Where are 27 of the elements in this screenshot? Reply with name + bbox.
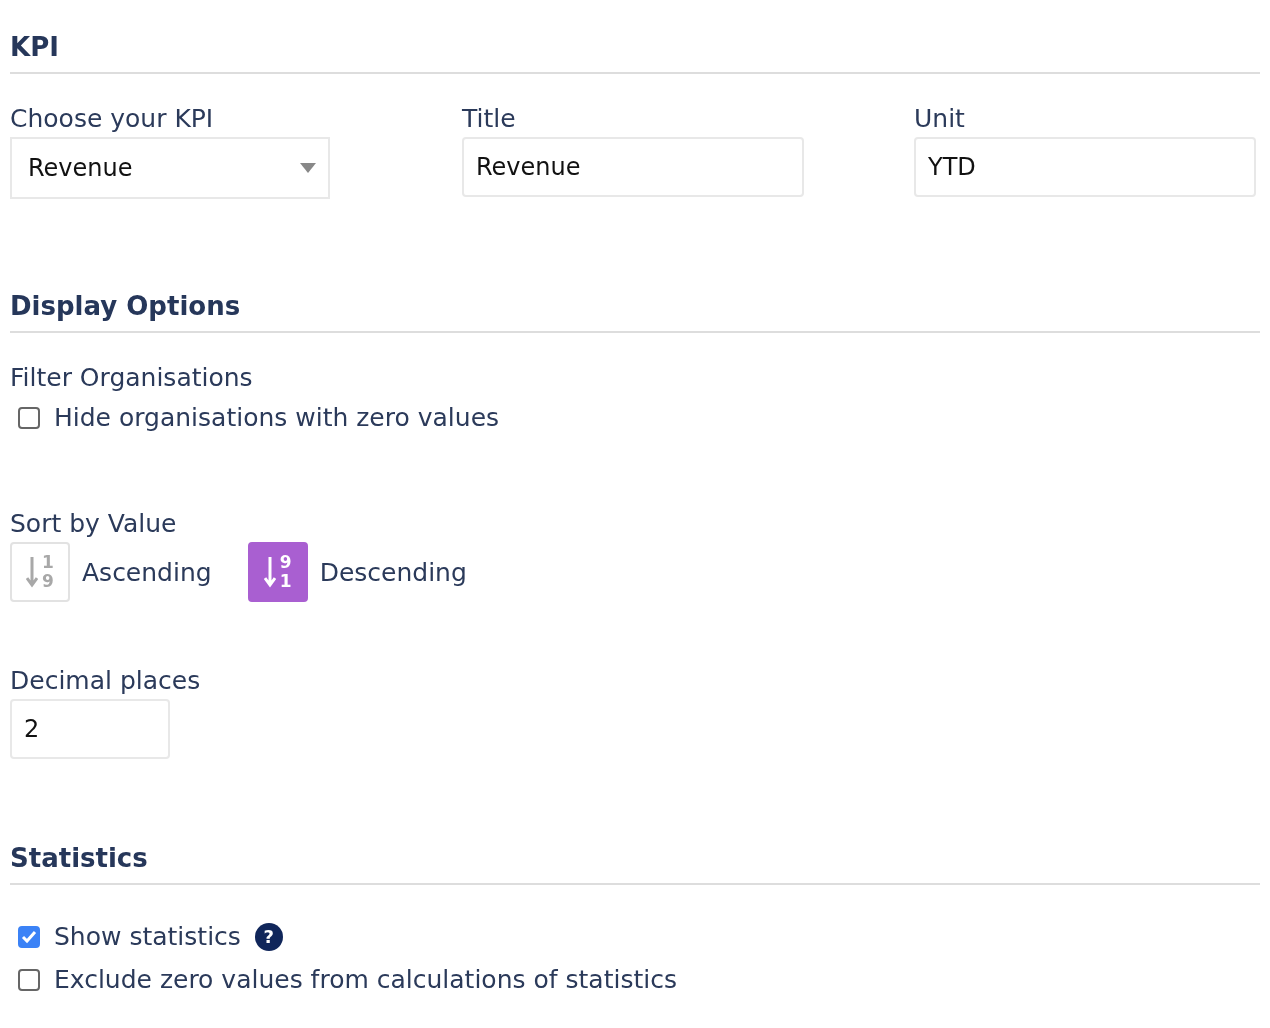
checkbox-label: Hide organisations with zero values [54,403,500,432]
checkbox[interactable] [18,406,40,429]
checkbox[interactable] [18,925,40,948]
sort-option-label: Descending [319,557,467,587]
decimal-places-input[interactable]: 2 [10,699,170,759]
group-label: Decimal places [10,666,202,695]
field-label: Choose your KPI [10,104,215,133]
down-arrow-icon [26,555,39,589]
checkbox-label: Exclude zero values from calculations of statistics [54,965,677,994]
section-heading: KPI [10,32,1260,74]
text-input[interactable]: Revenue [462,137,804,197]
section-heading: Statistics [10,843,1260,885]
sort-option-label: Ascending [82,557,212,587]
down-arrow-icon [263,555,276,589]
help-icon[interactable]: ? [254,922,283,951]
checkmark-icon [21,929,37,944]
checkbox[interactable] [18,968,40,991]
field-label: Unit [914,104,966,133]
field-label: Title [462,104,517,133]
text-input[interactable]: YTD [914,137,1256,197]
group-label: Filter Organisations [10,363,254,392]
kpi-dropdown[interactable]: Revenue [10,137,330,199]
checkbox-label: Show statistics [54,922,241,951]
group-label: Sort by Value [10,509,178,538]
caret-icon [300,163,316,173]
sort-toggle-button[interactable]: 9 1 [247,542,308,602]
section-heading: Display Options [10,291,1260,333]
